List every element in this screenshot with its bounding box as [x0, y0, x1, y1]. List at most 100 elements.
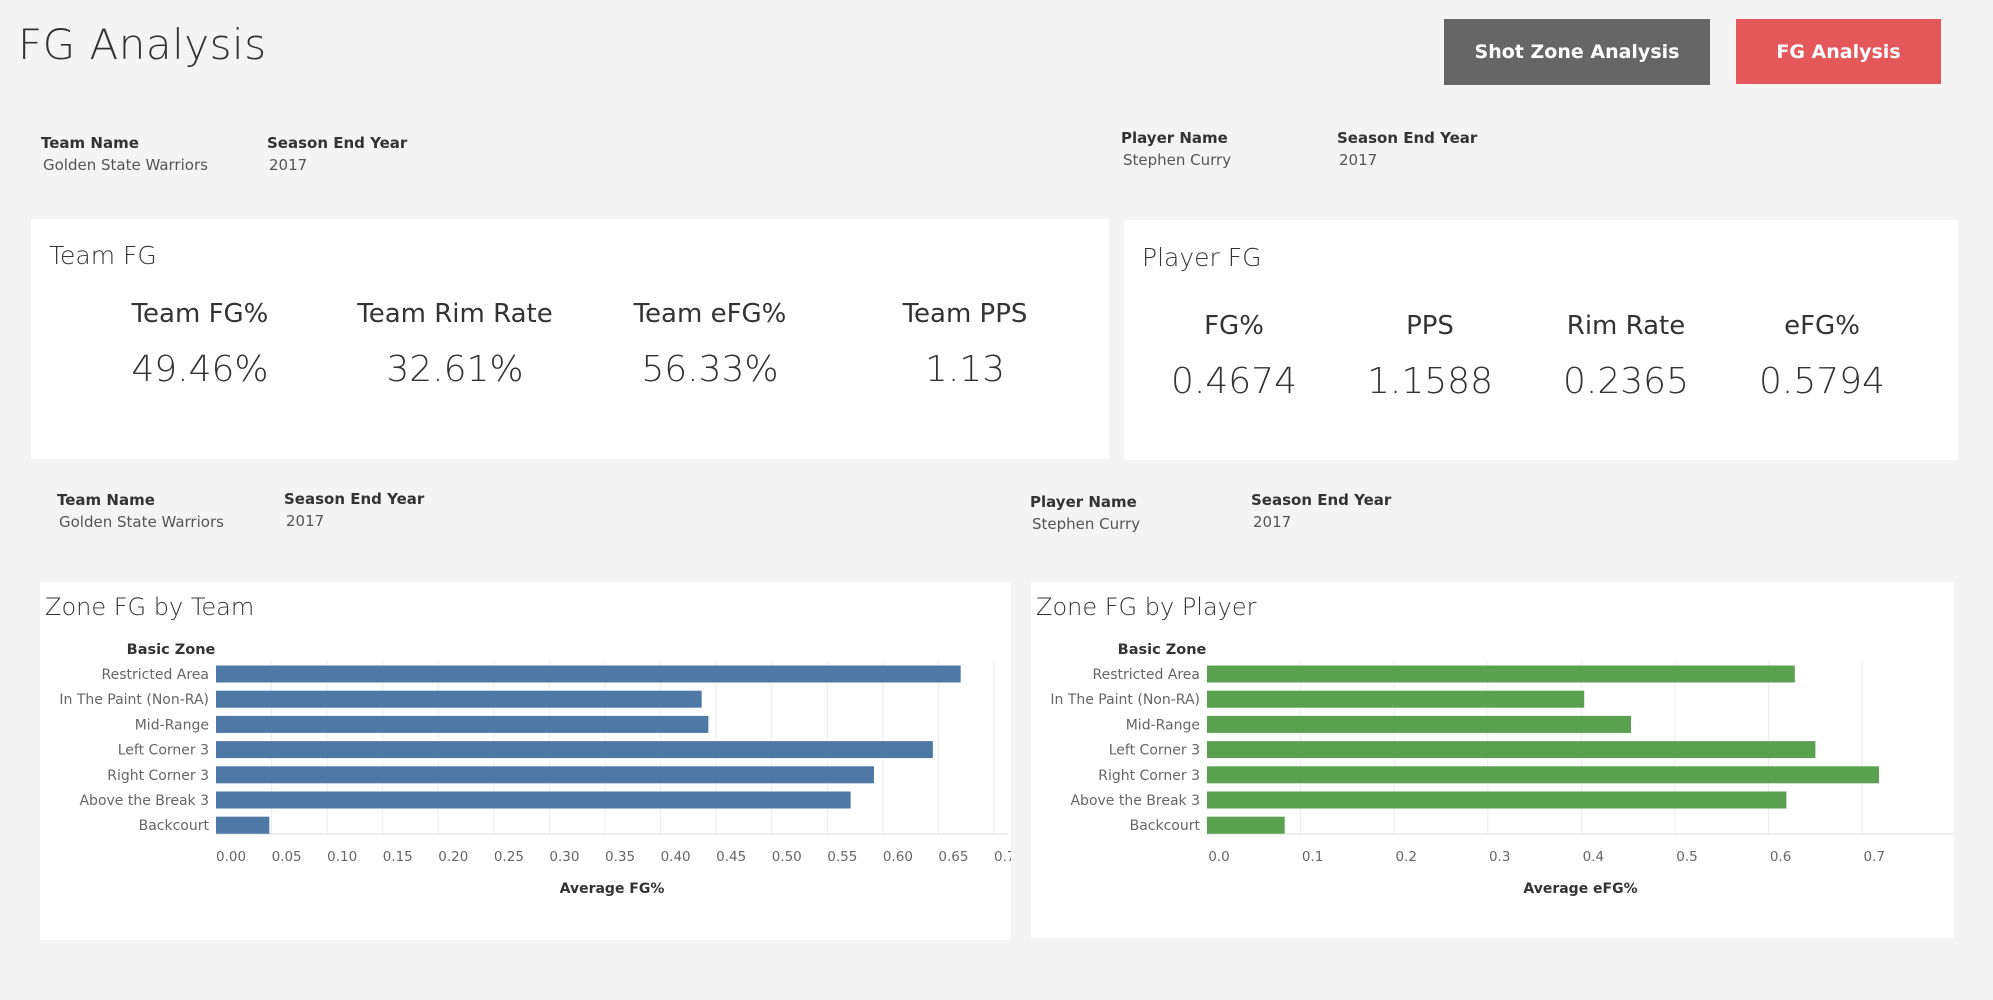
tick-label: 0.15 — [383, 849, 413, 865]
chart-title: Zone FG by Team — [45, 593, 254, 621]
x-axis-label: Average eFG% — [1523, 881, 1637, 897]
bar — [1207, 665, 1795, 683]
tick-label: 0.00 — [216, 849, 246, 865]
player-name-filter-value[interactable]: Stephen Curry — [1032, 515, 1140, 533]
tick-label: 0.70 — [994, 849, 1011, 865]
tick-label: 0.30 — [549, 849, 579, 865]
category-label: Backcourt — [139, 818, 210, 834]
team-season-filter-value[interactable]: 2017 — [269, 156, 307, 174]
tick-label: 0.10 — [327, 849, 357, 865]
player-efg-pct-kpi: eFG% 0.5794 — [1712, 311, 1932, 402]
kpi-value: 49.46% — [131, 349, 269, 390]
category-label: Right Corner 3 — [107, 768, 209, 784]
tick-label: 0.40 — [661, 849, 691, 865]
tick-label: 0.45 — [716, 849, 746, 865]
bar — [216, 791, 851, 809]
player-rim-rate-kpi: Rim Rate 0.2365 — [1516, 311, 1736, 402]
bar — [1207, 741, 1816, 759]
player-name-filter-label: Player Name — [1121, 129, 1228, 147]
bar — [216, 715, 709, 733]
category-label: Backcourt — [1130, 818, 1201, 834]
kpi-value: 0.2365 — [1563, 361, 1689, 402]
tick-label: 0.05 — [272, 849, 302, 865]
tick-label: 0.60 — [883, 849, 913, 865]
player-name-filter-value[interactable]: Stephen Curry — [1123, 151, 1231, 169]
kpi-value: 1.13 — [924, 349, 1006, 390]
team-name-filter-value[interactable]: Golden State Warriors — [43, 156, 208, 174]
zone-fg-player-chart: Zone FG by Player Basic Zone Restricted Ar… — [1036, 593, 1954, 897]
chart-title: Zone FG by Player — [1036, 593, 1257, 621]
player-name-filter-label: Player Name — [1030, 493, 1137, 511]
player-season-filter-label: Season End Year — [1337, 129, 1478, 147]
page-title: FG Analysis — [18, 20, 267, 69]
kpi-label: FG% — [1204, 311, 1264, 341]
bar — [216, 741, 933, 759]
category-label: In The Paint (Non-RA) — [59, 692, 209, 708]
bar — [1207, 766, 1880, 784]
kpi-label: Team Rim Rate — [357, 299, 553, 329]
player-fg-pct-kpi: FG% 0.4674 — [1124, 311, 1344, 402]
player-season-filter-value[interactable]: 2017 — [1253, 513, 1291, 531]
category-label: Mid-Range — [1126, 717, 1200, 733]
tick-label: 0.4 — [1583, 849, 1604, 865]
category-label: Left Corner 3 — [1109, 743, 1200, 759]
tick-label: 0.7 — [1863, 849, 1884, 865]
team-rim-rate-kpi: Team Rim Rate 32.61% — [345, 299, 565, 390]
kpi-label: Team FG% — [131, 299, 269, 329]
kpi-label: eFG% — [1784, 311, 1860, 341]
tick-label: 0.0 — [1208, 849, 1229, 865]
tick-label: 0.20 — [438, 849, 468, 865]
player-season-filter-label: Season End Year — [1251, 491, 1392, 509]
bar — [216, 690, 702, 708]
tick-label: 0.1 — [1302, 849, 1323, 865]
category-header: Basic Zone — [1118, 642, 1207, 658]
tick-label: 0.5 — [1676, 849, 1697, 865]
player-fg-title: Player FG — [1142, 243, 1262, 272]
team-season-filter-label: Season End Year — [284, 490, 425, 508]
bar — [1207, 791, 1787, 809]
zone-fg-team-card: Zone FG by Team Basic Zone Restricted Area… — [40, 582, 1011, 940]
team-season-filter-value[interactable]: 2017 — [286, 512, 324, 530]
category-label: Restricted Area — [1093, 667, 1201, 683]
kpi-value: 56.33% — [641, 349, 779, 390]
team-efg-pct-kpi: Team eFG% 56.33% — [600, 299, 820, 390]
player-fg-card: Player FG FG% 0.4674 PPS 1.1588 Rim Rate… — [1124, 220, 1958, 460]
team-fg-title: Team FG — [49, 241, 157, 270]
tick-label: 0.65 — [938, 849, 968, 865]
bar — [216, 665, 961, 683]
team-season-filter-label: Season End Year — [267, 134, 408, 152]
kpi-value: 1.1588 — [1367, 361, 1493, 402]
category-label: Right Corner 3 — [1098, 768, 1200, 784]
team-name-filter-label: Team Name — [57, 491, 155, 509]
bar — [1207, 715, 1632, 733]
zone-fg-player-card: Zone FG by Player Basic Zone Restricted Ar… — [1031, 582, 1954, 938]
bar — [1207, 816, 1285, 834]
category-label: Mid-Range — [135, 717, 209, 733]
category-label: Restricted Area — [102, 667, 210, 683]
kpi-label: PPS — [1406, 311, 1454, 341]
tick-label: 0.50 — [772, 849, 802, 865]
kpi-label: Rim Rate — [1566, 311, 1686, 341]
player-season-filter-value[interactable]: 2017 — [1339, 151, 1377, 169]
kpi-value: 0.5794 — [1759, 361, 1885, 402]
category-header: Basic Zone — [127, 642, 216, 658]
player-pps-kpi: PPS 1.1588 — [1320, 311, 1540, 402]
team-pps-kpi: Team PPS 1.13 — [855, 299, 1075, 390]
tick-label: 0.2 — [1395, 849, 1416, 865]
kpi-value: 32.61% — [386, 349, 524, 390]
kpi-label: Team PPS — [902, 299, 1028, 329]
fg-analysis-button[interactable]: FG Analysis — [1736, 19, 1941, 84]
tick-label: 0.35 — [605, 849, 635, 865]
team-name-filter-label: Team Name — [41, 134, 139, 152]
x-axis-label: Average FG% — [560, 881, 665, 897]
shot-zone-analysis-button[interactable]: Shot Zone Analysis — [1444, 19, 1710, 85]
tick-label: 0.3 — [1489, 849, 1510, 865]
kpi-label: Team eFG% — [633, 299, 787, 329]
category-label: Above the Break 3 — [1070, 793, 1200, 809]
zone-fg-team-chart: Zone FG by Team Basic Zone Restricted Area… — [45, 593, 1011, 897]
tick-label: 0.55 — [827, 849, 857, 865]
team-name-filter-value[interactable]: Golden State Warriors — [59, 513, 224, 531]
kpi-value: 0.4674 — [1171, 361, 1297, 402]
bar — [216, 766, 874, 784]
category-label: Above the Break 3 — [79, 793, 209, 809]
